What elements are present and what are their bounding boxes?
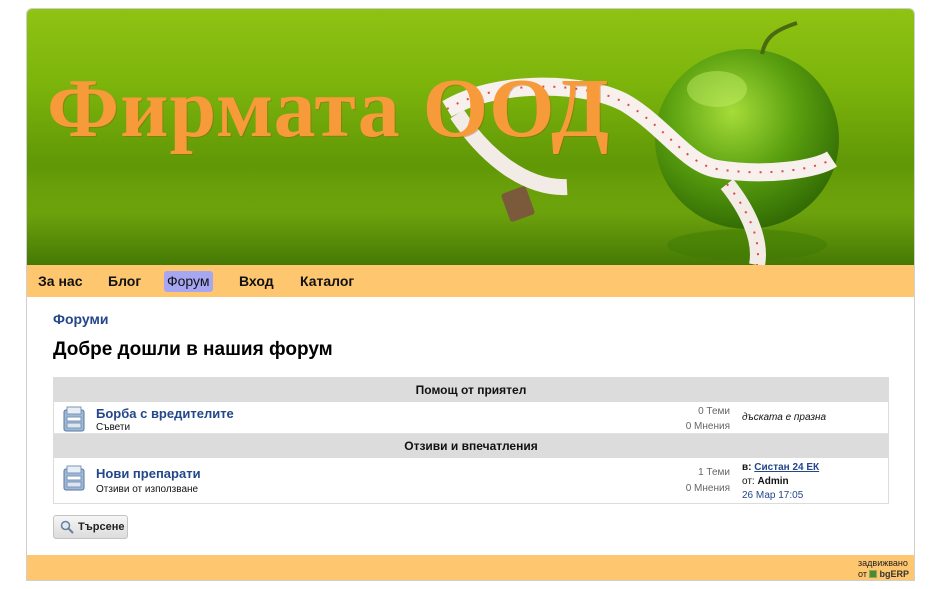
breadcrumb-forums[interactable]: Форуми xyxy=(53,311,108,327)
last-post-author: Admin xyxy=(757,476,789,487)
last-post-in-label: в: xyxy=(742,462,752,473)
last-post-empty: дъската е празна xyxy=(742,412,827,423)
category-header: Отзиви и впечатления xyxy=(54,434,888,458)
powered-by-text: задвижвано xyxy=(858,558,908,568)
search-button[interactable]: Търсене xyxy=(53,515,128,539)
last-post-by-label: от: xyxy=(742,476,755,487)
nav-item-forum[interactable]: Форум xyxy=(164,271,213,292)
last-post-date: 26 Мар 17:05 xyxy=(742,490,804,501)
category-header: Помощ от приятел xyxy=(54,378,888,402)
posts-count: 0 Мнения xyxy=(685,421,730,432)
board-description: Отзиви от използване xyxy=(96,484,199,495)
nav-item-login[interactable]: Вход xyxy=(236,271,277,292)
board-row: Борба с вредителите Съвети 0 Теми 0 Мнен… xyxy=(54,402,888,434)
page-title: Добре дошли в нашия форум xyxy=(53,339,333,360)
search-icon xyxy=(60,520,74,534)
header-banner: Фирмата ООД xyxy=(27,9,914,265)
site-title: Фирмата ООД xyxy=(47,62,611,155)
nav-item-catalog[interactable]: Каталог xyxy=(297,271,357,292)
board-description: Съвети xyxy=(96,422,131,433)
main-nav: За нас Блог Форум Вход Каталог xyxy=(27,265,914,297)
page: Фирмата ООД За нас Блог Форум Вход Катал… xyxy=(26,8,915,581)
last-post-info: в: Систан 24 ЕК от: Admin 26 Мар 17:05 xyxy=(742,461,819,503)
posts-count: 0 Мнения xyxy=(685,483,730,494)
powered-by: задвижвано от bgERP xyxy=(858,558,909,580)
last-post-topic-link[interactable]: Систан 24 ЕК xyxy=(754,462,819,473)
bgerp-icon xyxy=(869,570,878,578)
board-link-new-products[interactable]: Нови препарати xyxy=(96,466,201,481)
bgerp-link[interactable]: bgERP xyxy=(879,569,909,579)
nav-item-about[interactable]: За нас xyxy=(35,271,85,292)
board-icon xyxy=(63,406,85,432)
powered-by-from: от xyxy=(858,569,867,579)
nav-item-blog[interactable]: Блог xyxy=(105,271,144,292)
board-row: Нови препарати Отзиви от използване 1 Те… xyxy=(54,458,888,503)
footer: задвижвано от bgERP xyxy=(27,555,914,580)
board-icon xyxy=(63,465,85,491)
topics-count: 0 Теми xyxy=(698,406,730,417)
board-link-pests[interactable]: Борба с вредителите xyxy=(96,406,234,421)
search-button-label: Търсене xyxy=(78,521,125,533)
forum-table: Помощ от приятел Борба с вредителите Съв… xyxy=(53,377,889,504)
topics-count: 1 Теми xyxy=(698,467,730,478)
